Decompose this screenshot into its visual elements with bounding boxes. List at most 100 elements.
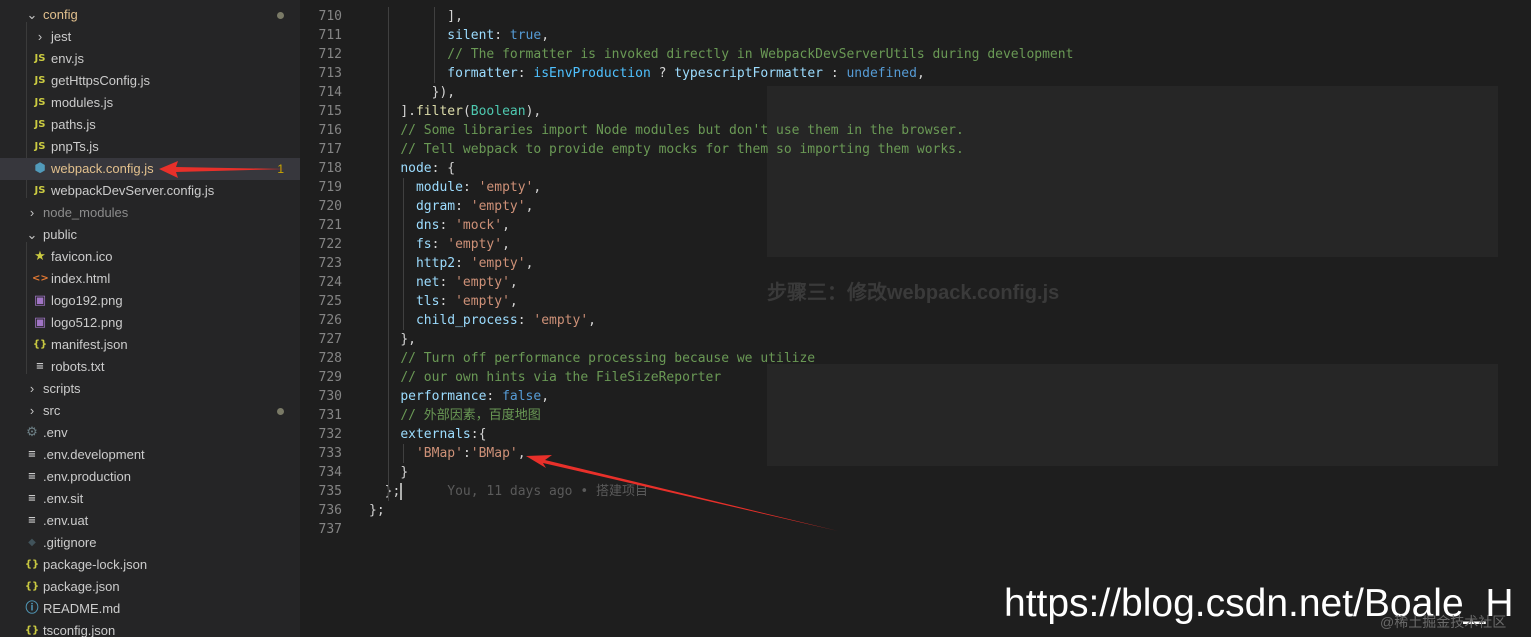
code-line[interactable]: 737 xyxy=(300,520,1531,539)
line-number: 716 xyxy=(318,123,342,138)
code-text: // Some libraries import Node modules bu… xyxy=(369,121,964,140)
code-token: , xyxy=(533,180,542,195)
explorer-item[interactable]: <> index.html xyxy=(0,268,300,290)
code-line[interactable]: 729 // our own hints via the FileSizeRep… xyxy=(300,368,1531,387)
code-line[interactable]: 725 tls: 'empty', xyxy=(300,292,1531,311)
code-token: , xyxy=(541,28,550,43)
line-number: 734 xyxy=(318,465,342,480)
explorer-item[interactable]: {} tsconfig.json xyxy=(0,620,300,637)
code-line[interactable]: 724 net: 'empty', xyxy=(300,273,1531,292)
code-line[interactable]: 730 performance: false, xyxy=(300,387,1531,406)
code-line[interactable]: 734 } xyxy=(300,463,1531,482)
explorer-item[interactable]: JS modules.js xyxy=(0,92,300,114)
code-token: , xyxy=(509,275,518,290)
code-line[interactable]: 732 externals:{ xyxy=(300,425,1531,444)
vscode-window: ⌄ config › jest JS env.js JS getHttpsConfig.js J… xyxy=(0,0,1531,637)
code-line[interactable]: 720 dgram: 'empty', xyxy=(300,197,1531,216)
explorer-item-label: tsconfig.json xyxy=(43,623,116,637)
watermark-sub: @稀土掘金技术社区 xyxy=(1380,614,1507,630)
explorer-item[interactable]: ≡ .env.production xyxy=(0,466,300,488)
explorer-item[interactable]: {} package.json xyxy=(0,576,300,598)
explorer-item[interactable]: {} package-lock.json xyxy=(0,554,300,576)
code-line[interactable]: 735 }; You, 11 days ago • 搭建项目 xyxy=(300,482,1531,501)
code-line[interactable]: 717 // Tell webpack to provide empty moc… xyxy=(300,140,1531,159)
explorer-item[interactable]: ≡ .env.development xyxy=(0,444,300,466)
explorer-item[interactable]: ⚙ .env xyxy=(0,422,300,444)
line-number: 733 xyxy=(318,446,342,461)
line-number: 718 xyxy=(318,161,342,176)
code-line[interactable]: 712 // The formatter is invoked directly… xyxy=(300,45,1531,64)
line-number: 717 xyxy=(318,142,342,157)
code-token: , xyxy=(509,294,518,309)
explorer-item[interactable]: ≡ .env.sit xyxy=(0,488,300,510)
code-line[interactable]: 728 // Turn off performance processing b… xyxy=(300,349,1531,368)
code-line[interactable]: 715 ].filter(Boolean), xyxy=(300,102,1531,121)
code-token: ( xyxy=(462,104,471,119)
explorer-item[interactable]: ▣ logo512.png xyxy=(0,312,300,334)
code-line[interactable]: 727 }, xyxy=(300,330,1531,349)
explorer-item[interactable]: ≡ .env.uat xyxy=(0,510,300,532)
code-token: : xyxy=(823,66,847,81)
indent-guide xyxy=(403,444,404,463)
explorer-item[interactable]: › src xyxy=(0,400,300,422)
explorer-item[interactable]: ★ favicon.ico xyxy=(0,246,300,268)
explorer-item[interactable]: ≡ robots.txt xyxy=(0,356,300,378)
code-text: }; You, 11 days ago • 搭建项目 xyxy=(369,482,648,501)
js-file-icon: JS xyxy=(34,141,46,152)
code-line[interactable]: 711 silent: true, xyxy=(300,26,1531,45)
line-number: 721 xyxy=(318,218,342,233)
code-token: 'BMap' xyxy=(415,446,463,461)
explorer-item[interactable]: JS getHttpsConfig.js xyxy=(0,70,300,92)
explorer-item[interactable]: JS paths.js xyxy=(0,114,300,136)
explorer-item[interactable]: ⓘ README.md xyxy=(0,598,300,620)
code-text: }, xyxy=(369,330,416,349)
explorer-item[interactable]: ▣ logo192.png xyxy=(0,290,300,312)
indent-guide xyxy=(388,7,389,501)
code-token: } xyxy=(400,465,409,480)
explorer-item[interactable]: › scripts xyxy=(0,378,300,400)
code-line[interactable]: 726 child_process: 'empty', xyxy=(300,311,1531,330)
code-line[interactable]: 721 dns: 'mock', xyxy=(300,216,1531,235)
code-line[interactable]: 733 'BMap':'BMap', xyxy=(300,444,1531,463)
line-number: 728 xyxy=(318,351,342,366)
js-file-icon: JS xyxy=(34,97,46,108)
explorer-item[interactable]: ⌄ public xyxy=(0,224,300,246)
code-line[interactable]: 722 fs: 'empty', xyxy=(300,235,1531,254)
html-file-icon: <> xyxy=(32,273,49,284)
code-line[interactable]: 716 // Some libraries import Node module… xyxy=(300,121,1531,140)
code-line[interactable]: 719 module: 'empty', xyxy=(300,178,1531,197)
code-token: undefined xyxy=(846,66,917,81)
code-text: silent: true, xyxy=(369,26,549,45)
code-token: ], xyxy=(447,9,463,24)
code-line[interactable]: 731 // 外部因素，百度地图 xyxy=(300,406,1531,425)
text-file-icon: ≡ xyxy=(27,493,37,504)
explorer-item-label: pnpTs.js xyxy=(51,139,99,154)
code-line[interactable]: 714 }), xyxy=(300,83,1531,102)
explorer-item-label: public xyxy=(43,227,77,242)
code-line[interactable]: 710 ], xyxy=(300,7,1531,26)
code-text: // 外部因素，百度地图 xyxy=(369,406,540,425)
code-token: :{ xyxy=(470,427,487,442)
code-editor[interactable]: 步骤三：修改webpack.config.js 710 ], 711 silent… xyxy=(300,0,1531,637)
explorer-item[interactable]: ⬢ webpack.config.js 1 xyxy=(0,158,300,180)
explorer-item[interactable]: {} manifest.json xyxy=(0,334,300,356)
code-line[interactable]: 736}; xyxy=(300,501,1531,520)
code-text: dgram: 'empty', xyxy=(369,197,533,216)
explorer-item[interactable]: JS env.js xyxy=(0,48,300,70)
explorer-item[interactable]: JS pnpTs.js xyxy=(0,136,300,158)
code-text: 'BMap':'BMap', xyxy=(369,444,526,463)
explorer-item-label: .env.sit xyxy=(43,491,84,506)
explorer-item[interactable]: JS webpackDevServer.config.js xyxy=(0,180,300,202)
explorer-item[interactable]: › node_modules xyxy=(0,202,300,224)
explorer-item[interactable]: ◆ .gitignore xyxy=(0,532,300,554)
code-line[interactable]: 713 formatter: isEnvProduction ? typescr… xyxy=(300,64,1531,83)
code-line[interactable]: 723 http2: 'empty', xyxy=(300,254,1531,273)
chevron-right-icon: › xyxy=(29,205,35,220)
explorer-item[interactable]: › jest xyxy=(0,26,300,48)
code-line[interactable]: 718 node: { xyxy=(300,159,1531,178)
code-text: module: 'empty', xyxy=(369,178,541,197)
code-text: performance: false, xyxy=(369,387,549,406)
webpack-file-icon: ⬢ xyxy=(34,161,46,176)
explorer-item[interactable]: ⌄ config xyxy=(0,4,300,26)
explorer-item-label: index.html xyxy=(51,271,111,286)
